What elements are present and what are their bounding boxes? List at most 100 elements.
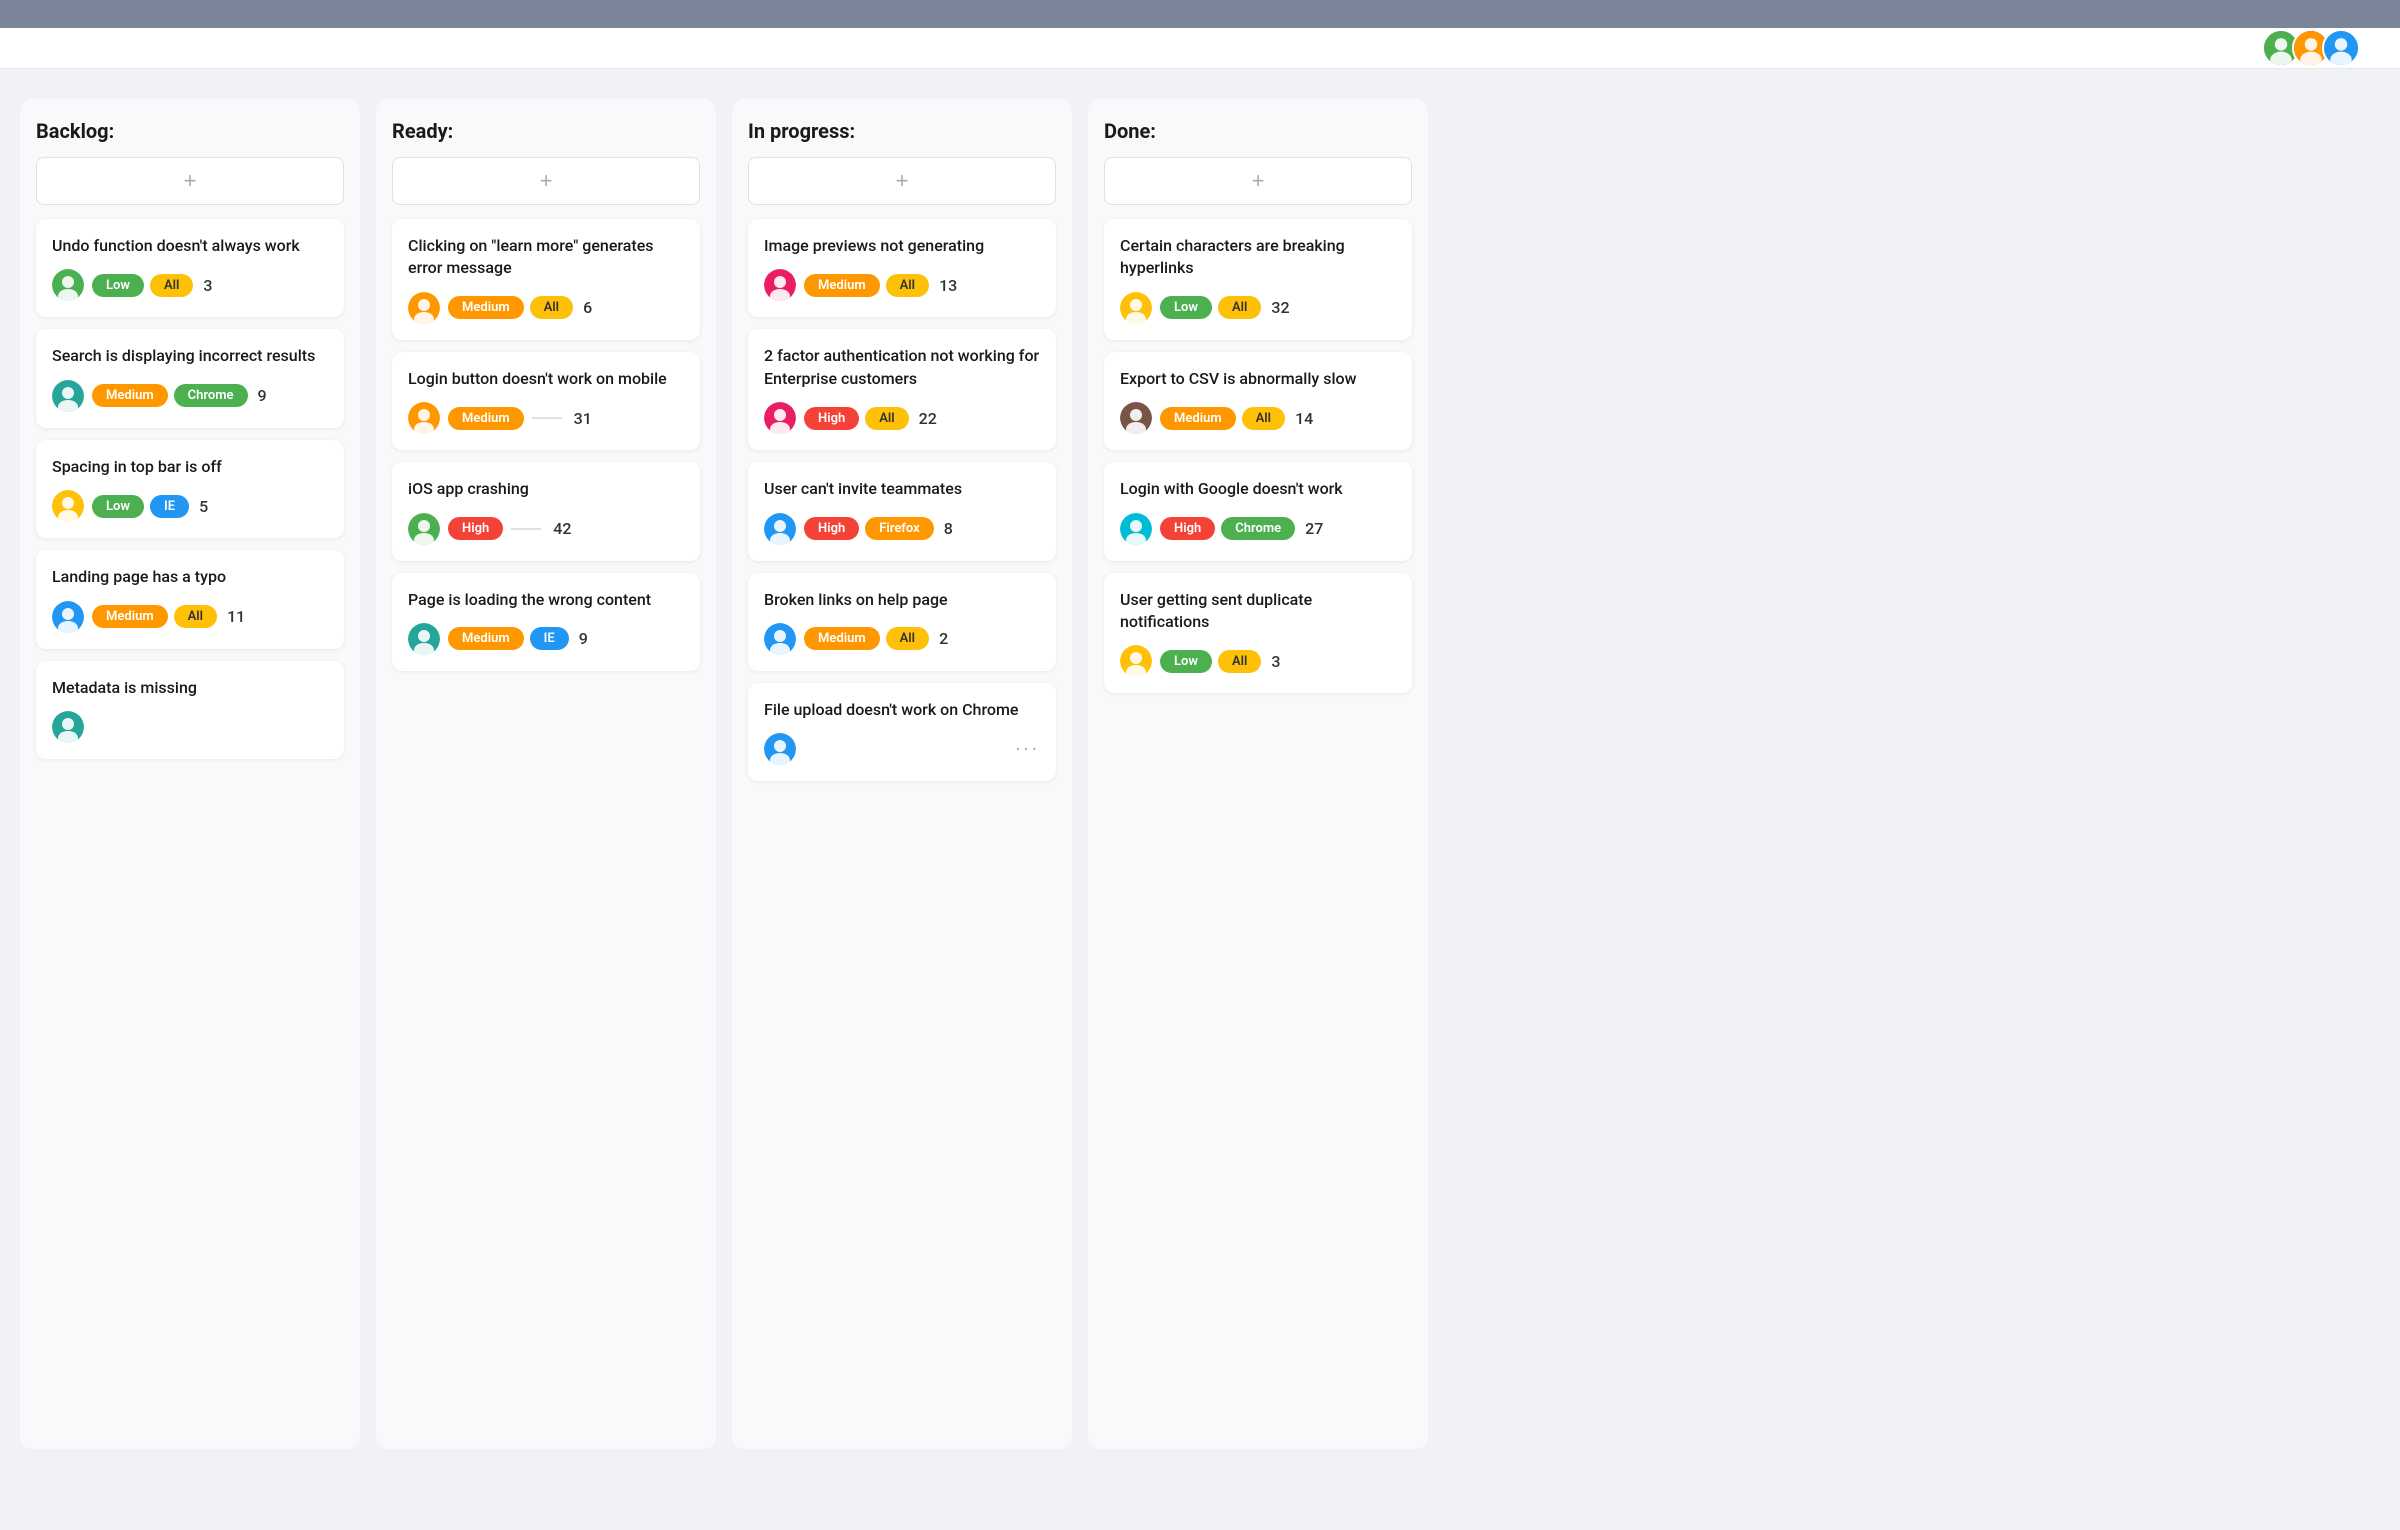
- add-card-button-done[interactable]: +: [1104, 157, 1412, 205]
- card-dots: ···: [1015, 737, 1040, 761]
- priority-tag: Low: [1160, 650, 1212, 673]
- platform-tag: All: [174, 605, 217, 628]
- card[interactable]: Certain characters are breaking hyperlin…: [1104, 219, 1412, 340]
- column-header-inprogress: In progress:: [748, 119, 1056, 143]
- card-avatar: [764, 513, 796, 545]
- card-tags: MediumAll13: [804, 274, 1040, 297]
- card-meta: High42: [408, 513, 684, 545]
- priority-tag: High: [804, 517, 859, 540]
- platform-tag: All: [530, 296, 573, 319]
- platform-tag: IE: [530, 627, 569, 650]
- card[interactable]: Metadata is missing: [36, 661, 344, 759]
- card-count: 11: [227, 607, 245, 626]
- top-bar: [0, 0, 2400, 28]
- card[interactable]: 2 factor authentication not working for …: [748, 329, 1056, 450]
- card-tags: Low All 3: [1160, 650, 1396, 673]
- platform-tag: All: [150, 274, 193, 297]
- platform-tag: All: [865, 407, 908, 430]
- card-count: 3: [203, 276, 212, 295]
- card[interactable]: User getting sent duplicate notification…: [1104, 573, 1412, 694]
- card-title: iOS app crashing: [408, 478, 684, 500]
- card-meta: Medium All 11: [52, 601, 328, 633]
- card-divider: [511, 528, 541, 530]
- column-header-ready: Ready:: [392, 119, 700, 143]
- card-count: 8: [944, 519, 953, 538]
- priority-tag: Low: [1160, 296, 1212, 319]
- add-card-button-ready[interactable]: +: [392, 157, 700, 205]
- card-title: Metadata is missing: [52, 677, 328, 699]
- card-title: Landing page has a typo: [52, 566, 328, 588]
- priority-tag: High: [1160, 517, 1215, 540]
- column-backlog: Backlog:+Undo function doesn't always wo…: [20, 99, 360, 1449]
- card-count: 5: [199, 497, 208, 516]
- column-done: Done: + Certain characters are breaking hy…: [1088, 99, 1428, 1449]
- card-meta: LowIE5: [52, 490, 328, 522]
- card-tags: MediumIE9: [448, 627, 684, 650]
- card-tags: Medium All 2: [804, 627, 1040, 650]
- card[interactable]: Landing page has a typo Medium All 11: [36, 550, 344, 648]
- card[interactable]: Broken links on help pageMediumAll2: [748, 573, 1056, 671]
- card-title: Spacing in top bar is off: [52, 456, 328, 478]
- platform-tag: All: [1218, 296, 1261, 319]
- platform-tag: Chrome: [1221, 517, 1295, 540]
- card-meta: MediumChrome9: [52, 380, 328, 412]
- card-avatar: [764, 733, 796, 765]
- card-tags: MediumAll6: [448, 296, 684, 319]
- card[interactable]: Spacing in top bar is off LowIE5: [36, 440, 344, 538]
- card-title: User can't invite teammates: [764, 478, 1040, 500]
- card[interactable]: File upload doesn't work on Chrome···: [748, 683, 1056, 781]
- card-title: Page is loading the wrong content: [408, 589, 684, 611]
- card-meta: MediumAll6: [408, 292, 684, 324]
- card-tags: High42: [448, 517, 684, 540]
- app-header: [0, 28, 2400, 69]
- card-tags: HighChrome27: [1160, 517, 1396, 540]
- card-title: Certain characters are breaking hyperlin…: [1120, 235, 1396, 280]
- card-meta: MediumAll13: [764, 269, 1040, 301]
- card-meta: LowAll32: [1120, 292, 1396, 324]
- card-avatar: [1120, 513, 1152, 545]
- card[interactable]: Image previews not generatingMediumAll13: [748, 219, 1056, 317]
- priority-tag: Medium: [448, 407, 524, 430]
- add-card-button-inprogress[interactable]: +: [748, 157, 1056, 205]
- card-tags: MediumChrome9: [92, 384, 328, 407]
- platform-tag: All: [886, 274, 929, 297]
- card-avatar: [764, 623, 796, 655]
- add-card-button-backlog[interactable]: +: [36, 157, 344, 205]
- card-avatar: [764, 402, 796, 434]
- priority-tag: Medium: [448, 296, 524, 319]
- card[interactable]: iOS app crashing High42: [392, 462, 700, 560]
- card[interactable]: Undo function doesn't always workLowAll3: [36, 219, 344, 317]
- platform-tag: All: [886, 627, 929, 650]
- card-avatar: [408, 402, 440, 434]
- card-count: 14: [1295, 409, 1313, 428]
- card-title: User getting sent duplicate notification…: [1120, 589, 1396, 634]
- card-tags: LowAll32: [1160, 296, 1396, 319]
- card-title: 2 factor authentication not working for …: [764, 345, 1040, 390]
- card-divider: [532, 417, 562, 419]
- card-title: Login with Google doesn't work: [1120, 478, 1396, 500]
- header-avatar[interactable]: [2322, 29, 2360, 67]
- priority-tag: Low: [92, 274, 144, 297]
- platform-tag: All: [1218, 650, 1261, 673]
- card[interactable]: Clicking on "learn more" generates error…: [392, 219, 700, 340]
- priority-tag: Medium: [1160, 407, 1236, 430]
- card-count: 9: [579, 629, 588, 648]
- card-tags: HighFirefox8: [804, 517, 1040, 540]
- card-tags: MediumAll14: [1160, 407, 1396, 430]
- priority-tag: Medium: [92, 605, 168, 628]
- card[interactable]: Login with Google doesn't work High Chrome…: [1104, 462, 1412, 560]
- card[interactable]: Export to CSV is abnormally slowMediumAl…: [1104, 352, 1412, 450]
- card-title: Clicking on "learn more" generates error…: [408, 235, 684, 280]
- card-avatar: [52, 601, 84, 633]
- priority-tag: Medium: [804, 627, 880, 650]
- column-header-done: Done:: [1104, 119, 1412, 143]
- card[interactable]: Search is displaying incorrect resultsMe…: [36, 329, 344, 427]
- card-count: 22: [919, 409, 937, 428]
- card-count: 3: [1271, 652, 1280, 671]
- card[interactable]: User can't invite teammates HighFirefox8: [748, 462, 1056, 560]
- card-count: 2: [939, 629, 948, 648]
- card-avatar: [408, 292, 440, 324]
- card[interactable]: Page is loading the wrong contentMediumI…: [392, 573, 700, 671]
- card[interactable]: Login button doesn't work on mobileMediu…: [392, 352, 700, 450]
- card-meta: MediumIE9: [408, 623, 684, 655]
